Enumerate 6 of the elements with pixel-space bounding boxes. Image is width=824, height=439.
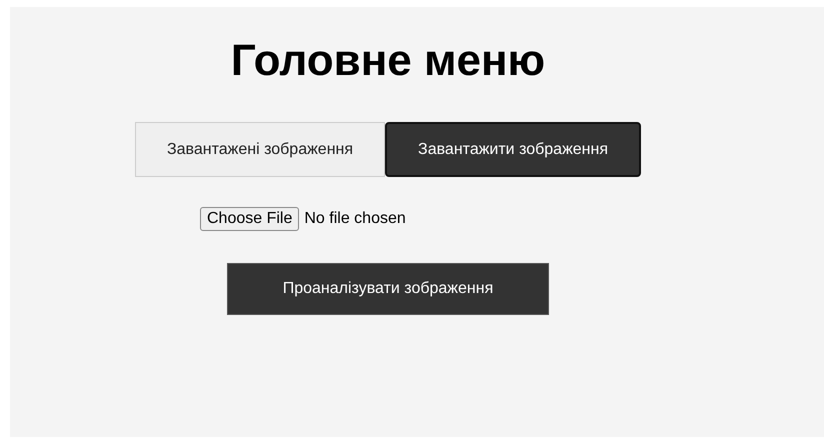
file-status: No file chosen [304,210,406,228]
page-title: Головне меню [230,35,546,87]
tab[interactable]: Завантажені зображення [134,122,386,177]
tab[interactable]: Завантажити зображення [385,122,642,177]
analyze-button[interactable]: Проаналізувати зображення [227,263,549,315]
choose-file-button[interactable]: Choose File [200,207,300,231]
